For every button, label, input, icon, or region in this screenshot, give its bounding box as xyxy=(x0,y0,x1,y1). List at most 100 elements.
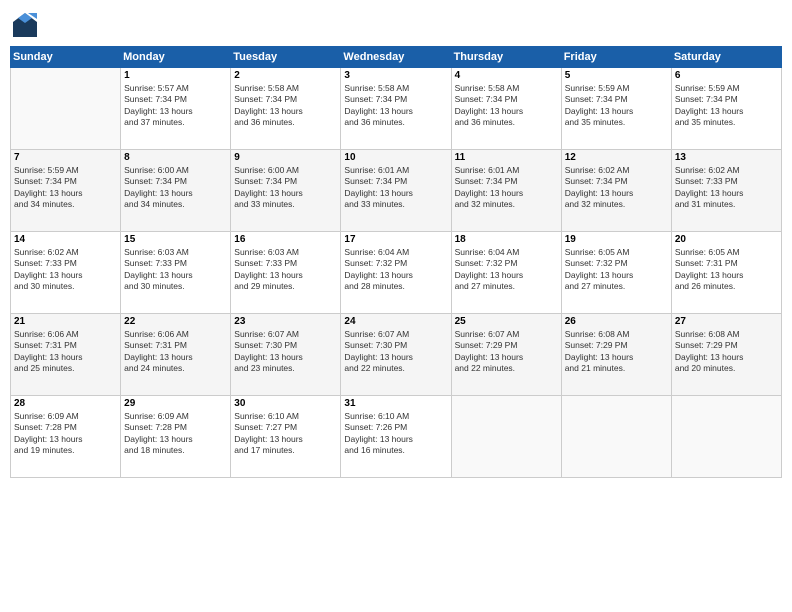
cell-content: Sunrise: 6:04 AM Sunset: 7:32 PM Dayligh… xyxy=(344,247,447,293)
weekday-header-tuesday: Tuesday xyxy=(231,47,341,68)
calendar-cell: 21 Sunrise: 6:06 AM Sunset: 7:31 PM Dayli… xyxy=(11,314,121,396)
weekday-header-row: SundayMondayTuesdayWednesdayThursdayFrid… xyxy=(11,47,782,68)
day-number: 8 xyxy=(124,152,227,163)
day-number: 4 xyxy=(455,70,558,81)
calendar-cell: 16 Sunrise: 6:03 AM Sunset: 7:33 PM Dayli… xyxy=(231,232,341,314)
calendar-cell: 12Sunrise: 6:02 AM Sunset: 7:34 PM Dayli… xyxy=(561,150,671,232)
cell-content: Sunrise: 6:00 AM Sunset: 7:34 PM Dayligh… xyxy=(124,165,227,211)
cell-content: Sunrise: 6:09 AM Sunset: 7:28 PM Dayligh… xyxy=(14,411,117,457)
day-number: 29 xyxy=(124,398,227,409)
cell-content: Sunrise: 6:01 AM Sunset: 7:34 PM Dayligh… xyxy=(455,165,558,211)
day-number: 21 xyxy=(14,316,117,327)
day-number: 5 xyxy=(565,70,668,81)
cell-content: Sunrise: 6:07 AM Sunset: 7:30 PM Dayligh… xyxy=(234,329,337,375)
day-number: 19 xyxy=(565,234,668,245)
day-number: 24 xyxy=(344,316,447,327)
page: SundayMondayTuesdayWednesdayThursdayFrid… xyxy=(0,0,792,612)
calendar-cell: 3 Sunrise: 5:58 AM Sunset: 7:34 PM Daylig… xyxy=(341,68,451,150)
calendar-cell: 24 Sunrise: 6:07 AM Sunset: 7:30 PM Dayli… xyxy=(341,314,451,396)
cell-content: Sunrise: 6:09 AM Sunset: 7:28 PM Dayligh… xyxy=(124,411,227,457)
day-number: 30 xyxy=(234,398,337,409)
calendar-cell: 19 Sunrise: 6:05 AM Sunset: 7:32 PM Dayli… xyxy=(561,232,671,314)
day-number: 3 xyxy=(344,70,447,81)
weekday-header-thursday: Thursday xyxy=(451,47,561,68)
cell-content: Sunrise: 5:58 AM Sunset: 7:34 PM Dayligh… xyxy=(455,83,558,129)
calendar-table: SundayMondayTuesdayWednesdayThursdayFrid… xyxy=(10,46,782,478)
calendar-cell: 7 Sunrise: 5:59 AM Sunset: 7:34 PM Daylig… xyxy=(11,150,121,232)
calendar-cell: 8 Sunrise: 6:00 AM Sunset: 7:34 PM Daylig… xyxy=(121,150,231,232)
cell-content: Sunrise: 5:59 AM Sunset: 7:34 PM Dayligh… xyxy=(14,165,117,211)
weekday-header-monday: Monday xyxy=(121,47,231,68)
day-number: 22 xyxy=(124,316,227,327)
day-number: 23 xyxy=(234,316,337,327)
cell-content: Sunrise: 5:59 AM Sunset: 7:34 PM Dayligh… xyxy=(565,83,668,129)
calendar-cell: 15 Sunrise: 6:03 AM Sunset: 7:33 PM Dayli… xyxy=(121,232,231,314)
cell-content: Sunrise: 5:57 AM Sunset: 7:34 PM Dayligh… xyxy=(124,83,227,129)
day-number: 11 xyxy=(455,152,558,163)
cell-content: Sunrise: 6:03 AM Sunset: 7:33 PM Dayligh… xyxy=(234,247,337,293)
calendar-cell: 9 Sunrise: 6:00 AM Sunset: 7:34 PM Daylig… xyxy=(231,150,341,232)
day-number: 18 xyxy=(455,234,558,245)
cell-content: Sunrise: 6:10 AM Sunset: 7:27 PM Dayligh… xyxy=(234,411,337,457)
calendar-cell: 10 Sunrise: 6:01 AM Sunset: 7:34 PM Dayli… xyxy=(341,150,451,232)
calendar-week-3: 14 Sunrise: 6:02 AM Sunset: 7:33 PM Dayli… xyxy=(11,232,782,314)
cell-content: Sunrise: 6:06 AM Sunset: 7:31 PM Dayligh… xyxy=(14,329,117,375)
calendar-cell xyxy=(561,396,671,478)
cell-content: Sunrise: 6:04 AM Sunset: 7:32 PM Dayligh… xyxy=(455,247,558,293)
calendar-cell: 14 Sunrise: 6:02 AM Sunset: 7:33 PM Dayli… xyxy=(11,232,121,314)
cell-content: Sunrise: 6:07 AM Sunset: 7:30 PM Dayligh… xyxy=(344,329,447,375)
calendar-cell: 31Sunrise: 6:10 AM Sunset: 7:26 PM Dayli… xyxy=(341,396,451,478)
calendar-cell: 11 Sunrise: 6:01 AM Sunset: 7:34 PM Dayli… xyxy=(451,150,561,232)
cell-content: Sunrise: 6:08 AM Sunset: 7:29 PM Dayligh… xyxy=(675,329,778,375)
cell-content: Sunrise: 6:02 AM Sunset: 7:33 PM Dayligh… xyxy=(675,165,778,211)
calendar-cell: 27 Sunrise: 6:08 AM Sunset: 7:29 PM Dayli… xyxy=(671,314,781,396)
calendar-week-1: 1 Sunrise: 5:57 AM Sunset: 7:34 PM Daylig… xyxy=(11,68,782,150)
calendar-cell: 25Sunrise: 6:07 AM Sunset: 7:29 PM Dayli… xyxy=(451,314,561,396)
calendar-cell xyxy=(11,68,121,150)
cell-content: Sunrise: 6:00 AM Sunset: 7:34 PM Dayligh… xyxy=(234,165,337,211)
day-number: 7 xyxy=(14,152,117,163)
day-number: 17 xyxy=(344,234,447,245)
cell-content: Sunrise: 6:01 AM Sunset: 7:34 PM Dayligh… xyxy=(344,165,447,211)
day-number: 27 xyxy=(675,316,778,327)
day-number: 14 xyxy=(14,234,117,245)
cell-content: Sunrise: 5:58 AM Sunset: 7:34 PM Dayligh… xyxy=(344,83,447,129)
weekday-header-saturday: Saturday xyxy=(671,47,781,68)
calendar-cell: 26Sunrise: 6:08 AM Sunset: 7:29 PM Dayli… xyxy=(561,314,671,396)
header xyxy=(10,10,782,40)
day-number: 20 xyxy=(675,234,778,245)
day-number: 9 xyxy=(234,152,337,163)
cell-content: Sunrise: 6:03 AM Sunset: 7:33 PM Dayligh… xyxy=(124,247,227,293)
calendar-cell: 22 Sunrise: 6:06 AM Sunset: 7:31 PM Dayli… xyxy=(121,314,231,396)
calendar-cell: 2 Sunrise: 5:58 AM Sunset: 7:34 PM Daylig… xyxy=(231,68,341,150)
calendar-cell: 18 Sunrise: 6:04 AM Sunset: 7:32 PM Dayli… xyxy=(451,232,561,314)
calendar-cell: 6Sunrise: 5:59 AM Sunset: 7:34 PM Daylig… xyxy=(671,68,781,150)
day-number: 31 xyxy=(344,398,447,409)
calendar-cell: 17 Sunrise: 6:04 AM Sunset: 7:32 PM Dayli… xyxy=(341,232,451,314)
weekday-header-friday: Friday xyxy=(561,47,671,68)
cell-content: Sunrise: 6:02 AM Sunset: 7:33 PM Dayligh… xyxy=(14,247,117,293)
cell-content: Sunrise: 5:58 AM Sunset: 7:34 PM Dayligh… xyxy=(234,83,337,129)
day-number: 13 xyxy=(675,152,778,163)
cell-content: Sunrise: 6:02 AM Sunset: 7:34 PM Dayligh… xyxy=(565,165,668,211)
calendar-cell xyxy=(671,396,781,478)
calendar-week-4: 21 Sunrise: 6:06 AM Sunset: 7:31 PM Dayli… xyxy=(11,314,782,396)
cell-content: Sunrise: 6:06 AM Sunset: 7:31 PM Dayligh… xyxy=(124,329,227,375)
calendar-cell: 5 Sunrise: 5:59 AM Sunset: 7:34 PM Daylig… xyxy=(561,68,671,150)
calendar-week-5: 28 Sunrise: 6:09 AM Sunset: 7:28 PM Dayli… xyxy=(11,396,782,478)
day-number: 2 xyxy=(234,70,337,81)
calendar-cell xyxy=(451,396,561,478)
day-number: 10 xyxy=(344,152,447,163)
calendar-cell: 4 Sunrise: 5:58 AM Sunset: 7:34 PM Daylig… xyxy=(451,68,561,150)
day-number: 6 xyxy=(675,70,778,81)
day-number: 28 xyxy=(14,398,117,409)
calendar-cell: 13 Sunrise: 6:02 AM Sunset: 7:33 PM Dayli… xyxy=(671,150,781,232)
day-number: 15 xyxy=(124,234,227,245)
cell-content: Sunrise: 6:05 AM Sunset: 7:32 PM Dayligh… xyxy=(565,247,668,293)
calendar-week-2: 7 Sunrise: 5:59 AM Sunset: 7:34 PM Daylig… xyxy=(11,150,782,232)
logo-icon xyxy=(10,10,40,40)
calendar-cell: 23 Sunrise: 6:07 AM Sunset: 7:30 PM Dayli… xyxy=(231,314,341,396)
day-number: 16 xyxy=(234,234,337,245)
weekday-header-sunday: Sunday xyxy=(11,47,121,68)
day-number: 1 xyxy=(124,70,227,81)
